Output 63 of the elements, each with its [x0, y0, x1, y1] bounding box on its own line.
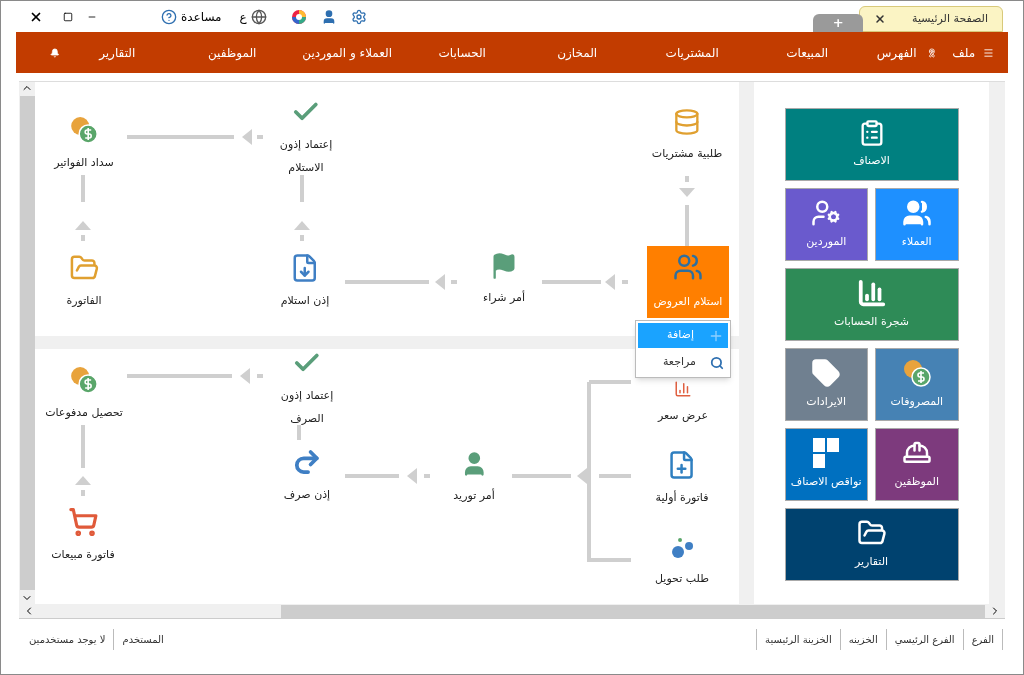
- search-icon: [710, 355, 724, 370]
- workflow-node[interactable]: إعتماد إذون الصرف: [280, 348, 334, 430]
- workflow-node[interactable]: سداد الفواتير: [54, 115, 114, 174]
- workflow-node[interactable]: أمر شراء: [483, 252, 525, 309]
- menu-item[interactable]: المخازن: [519, 43, 635, 62]
- status-text: لا يوجد مستخدمين: [28, 633, 107, 647]
- blocks-icon: [813, 438, 840, 469]
- workflow-node[interactable]: إذن صرف: [283, 447, 331, 506]
- connector-arrow: [75, 175, 91, 241]
- menu-tile[interactable]: نواقص الاصناف: [784, 428, 868, 501]
- menu-item[interactable]: المبيعات: [749, 43, 865, 62]
- status-text: الفرع الرئيسي: [885, 629, 963, 650]
- bar-chart-icon: [674, 380, 692, 398]
- workflow-node[interactable]: عرض سعر: [658, 380, 708, 427]
- menu-item[interactable]: الموظفين: [174, 43, 290, 62]
- help-icon[interactable]: [161, 8, 177, 25]
- menu-tile[interactable]: شجرة الحسابات: [784, 268, 959, 341]
- menu-item[interactable]: ملف: [952, 43, 976, 62]
- coins-icon: [901, 358, 932, 389]
- cart-icon: [68, 507, 98, 537]
- workflow-node[interactable]: تحصيل مدفوعات: [45, 365, 123, 424]
- menu-tile[interactable]: الايرادات: [784, 348, 868, 421]
- maximize-icon[interactable]: [63, 11, 73, 22]
- tab[interactable]: الصفحة الرئيسية: [859, 6, 1003, 32]
- menu-item[interactable]: الفهرس: [876, 43, 917, 62]
- status-text: المستخدم: [113, 629, 172, 650]
- workflow-node[interactable]: فاتورة أولية: [655, 450, 709, 509]
- connector-arrow: [294, 175, 310, 241]
- menu-tile[interactable]: الموظفين: [875, 428, 959, 501]
- language-label[interactable]: ع: [239, 7, 247, 26]
- menu-tile[interactable]: الموردين: [784, 188, 868, 261]
- help-label[interactable]: مساعدة: [181, 7, 222, 26]
- workflow-node[interactable]: فاتورة مبيعات: [51, 507, 115, 566]
- workflow-node[interactable]: طلب تحويل: [655, 537, 709, 590]
- tag-icon: [811, 358, 842, 389]
- workflow-node[interactable]: إذن استلام: [280, 253, 330, 312]
- menu-item[interactable]: المشتريات: [634, 43, 750, 62]
- menu-tile[interactable]: الاصناف: [784, 108, 959, 181]
- workflow-node[interactable]: إعتماد إذون الاستلام: [279, 97, 333, 179]
- color-wheel-icon[interactable]: [290, 8, 307, 25]
- coins-icon: [69, 365, 99, 395]
- workflow-node[interactable]: طلبية مشتريات: [651, 108, 723, 165]
- menu-tile[interactable]: المصروفات: [875, 348, 959, 421]
- workflow-node[interactable]: الفاتورة: [66, 253, 102, 312]
- coins-icon: [69, 115, 99, 145]
- globe-icon[interactable]: [250, 8, 267, 25]
- menu-item[interactable]: العملاء و الموردين: [289, 43, 405, 62]
- status-text: الخزينه: [839, 629, 886, 650]
- menu-item[interactable]: التقارير: [59, 43, 175, 62]
- settings-icon[interactable]: [350, 8, 367, 25]
- dots-icon: [669, 537, 695, 561]
- database-plus-icon: [673, 108, 701, 136]
- status-text: الخزينة الرئيسية: [756, 629, 840, 650]
- menu-tile[interactable]: التقارير: [784, 508, 959, 581]
- tab-close-icon[interactable]: [874, 13, 887, 25]
- horizontal-scrollbar[interactable]: [19, 604, 1005, 619]
- menu-item[interactable]: الحسابات: [404, 43, 520, 62]
- rotate-arrow-icon: [292, 447, 322, 477]
- status-text: الفرع: [962, 629, 1003, 650]
- bar-chart-icon: [856, 278, 887, 309]
- workflow-node[interactable]: أمر توريد: [453, 450, 495, 507]
- connector-arrow: [75, 425, 91, 496]
- connector-arrow: [679, 176, 695, 246]
